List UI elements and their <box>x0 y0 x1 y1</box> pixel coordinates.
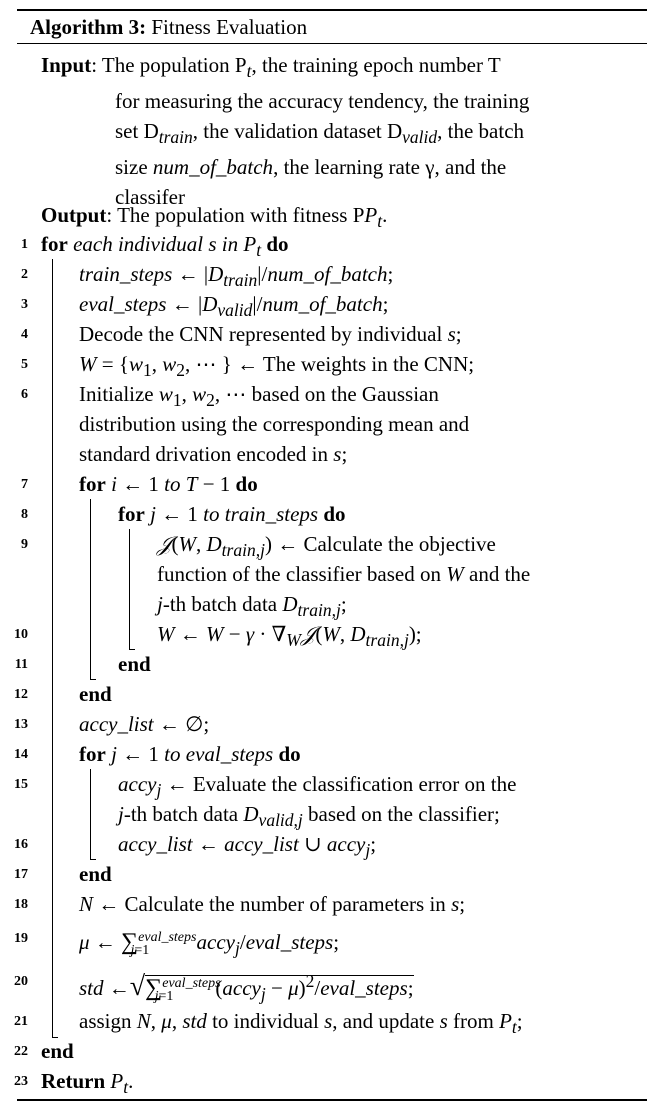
caption-rule <box>17 43 647 44</box>
outer-loop-hook <box>52 1037 58 1038</box>
outer-loop-bar <box>52 259 53 1037</box>
output-label: Output <box>41 203 107 227</box>
input-continuation: for measuring the accuracy tendency, the… <box>115 89 530 210</box>
input-label: Input <box>41 53 92 77</box>
top-rule <box>17 9 647 11</box>
input-block: Input: The population Pt, the training e… <box>41 50 641 212</box>
caption-title: Fitness Evaluation <box>151 15 308 39</box>
eval-loop-bar <box>90 769 91 859</box>
eval-loop-hook <box>90 859 96 860</box>
epoch-loop-hook <box>90 679 96 680</box>
caption-label: Algorithm 3: <box>30 15 147 39</box>
bottom-rule <box>17 1099 647 1101</box>
batch-loop-bar <box>129 529 130 649</box>
epoch-loop-bar <box>90 499 91 679</box>
batch-loop-hook <box>129 649 135 650</box>
algorithm-caption: Algorithm 3: Fitness Evaluation <box>30 14 307 40</box>
